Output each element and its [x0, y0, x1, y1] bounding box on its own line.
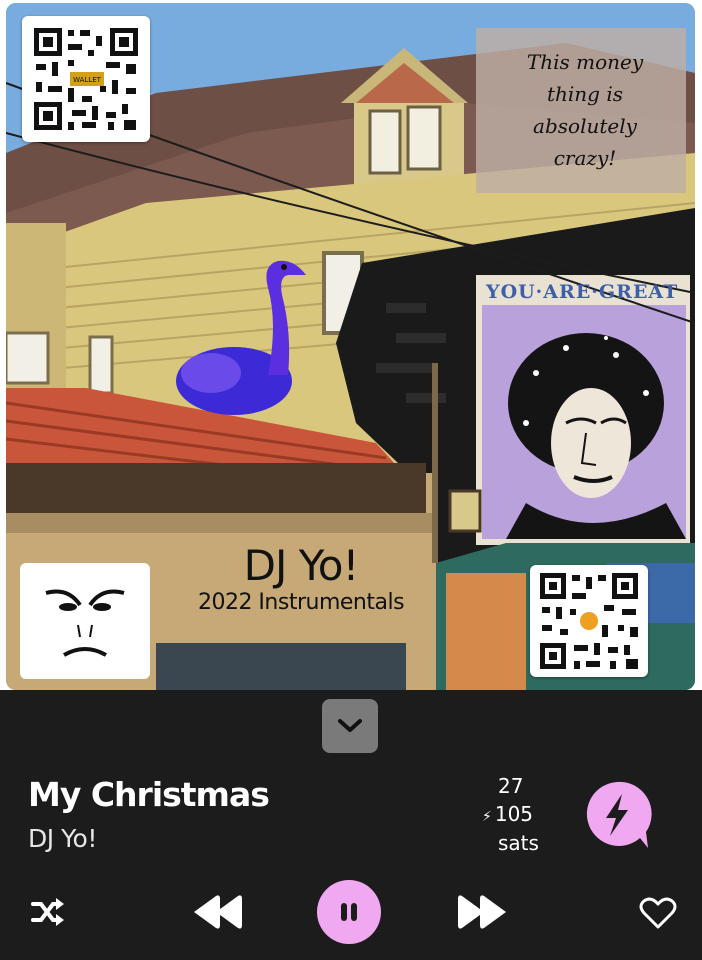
- collapse-player-button[interactable]: [322, 699, 378, 753]
- previous-button[interactable]: [188, 888, 248, 936]
- sats-unit: sats: [498, 831, 539, 855]
- svg-text:WALLET: WALLET: [73, 76, 102, 84]
- qr-code-icon: WALLET: [32, 26, 140, 132]
- next-icon: [458, 895, 506, 929]
- wallet-qr-code[interactable]: WALLET: [22, 16, 150, 142]
- quote-overlay: This money thing is absolutely crazy!: [476, 28, 686, 193]
- shuffle-icon: [31, 898, 64, 926]
- heart-icon: [639, 897, 677, 929]
- previous-icon: [194, 895, 242, 929]
- shuffle-button[interactable]: [26, 890, 70, 934]
- lightning-bolt-icon: [586, 781, 652, 848]
- chevron-down-icon: [338, 719, 362, 732]
- track-title: My Christmas: [28, 775, 270, 814]
- boost-button[interactable]: [580, 778, 654, 852]
- mural-banner-text: YOU·ARE·GREAT: [486, 281, 679, 303]
- track-artist[interactable]: DJ Yo!: [28, 824, 97, 853]
- pause-icon: [341, 903, 357, 921]
- angry-face-icon: [45, 589, 125, 657]
- player-panel: My Christmas DJ Yo! 27 ⚡ 105 sats: [0, 690, 702, 960]
- next-button[interactable]: [452, 888, 512, 936]
- boost-count: 27: [498, 774, 524, 798]
- favorite-button[interactable]: [636, 892, 680, 934]
- sats-amount: 105: [494, 802, 534, 826]
- qr-code-icon: [540, 573, 638, 669]
- album-artist-text: DJ Yo!: [243, 541, 360, 590]
- album-title-block: DJ Yo! 2022 Instrumentals: [176, 543, 426, 617]
- album-subtitle-text: 2022 Instrumentals: [197, 590, 405, 615]
- sats-amount-row: ⚡ 105: [482, 802, 533, 826]
- album-art: WALLET This money thing is absolutely cr…: [6, 3, 695, 690]
- quote-text: This money thing is absolutely crazy!: [526, 50, 644, 170]
- bolt-icon: ⚡: [482, 809, 492, 825]
- pause-button[interactable]: [317, 880, 381, 944]
- angry-face-badge: [20, 563, 150, 679]
- lightning-qr-code[interactable]: [530, 565, 648, 677]
